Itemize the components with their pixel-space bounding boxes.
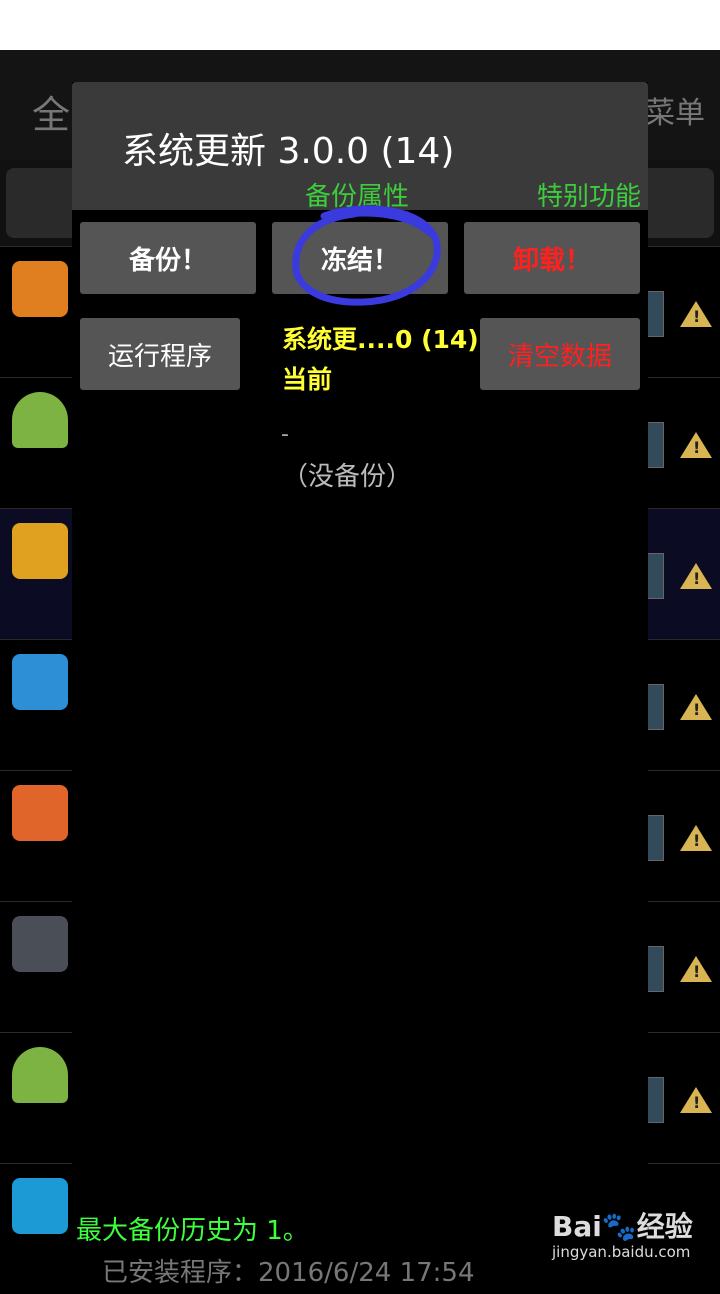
phone-thumb-icon	[646, 291, 664, 337]
android-icon	[12, 392, 68, 448]
app-version-info: 系统更....0 (14)	[282, 325, 479, 354]
baidu-watermark: Bai🐾经验 jingyan.baidu.com	[552, 1205, 693, 1261]
home-icon	[12, 785, 68, 841]
backup-date-dash: -	[281, 422, 289, 447]
app-detail-dialog: 系统更新 3.0.0 (14) 备份属性 特别功能 备份！ 冻结！ 卸载！ 运行…	[72, 82, 648, 1280]
chat-bubble-icon	[12, 261, 68, 317]
backup-button[interactable]: 备份！	[80, 222, 256, 294]
menu-button[interactable]: 菜单	[645, 88, 705, 132]
phone-thumb-icon	[646, 946, 664, 992]
dialog-title: 系统更新 3.0.0 (14)	[122, 131, 455, 172]
drop-icon	[12, 1178, 68, 1234]
installed-date-text: 已安装程序：2016/6/24 17:54	[102, 1258, 475, 1288]
watermark-logo: Bai🐾经验	[552, 1210, 693, 1243]
max-backup-history-text: 最大备份历史为 1。	[76, 1216, 309, 1246]
special-functions-label[interactable]: 特别功能	[537, 176, 641, 213]
status-bar	[0, 0, 720, 50]
header-title: 全	[32, 93, 71, 137]
phone-thumb-icon	[646, 1077, 664, 1123]
phone-thumb-icon	[646, 553, 664, 599]
warning-icon	[680, 301, 712, 327]
warning-icon	[680, 1087, 712, 1113]
phone-thumb-icon	[646, 815, 664, 861]
mi-icon	[12, 523, 68, 579]
scissors-icon	[12, 916, 68, 972]
arrow-up-icon	[12, 654, 68, 710]
warning-icon	[680, 825, 712, 851]
app-state-info: 当前	[282, 365, 333, 394]
uninstall-button[interactable]: 卸载！	[464, 222, 640, 294]
warning-icon	[680, 956, 712, 982]
freeze-circle-annotation	[292, 205, 441, 306]
android-icon	[12, 1047, 68, 1103]
warning-icon	[680, 432, 712, 458]
watermark-site: jingyan.baidu.com	[552, 1243, 691, 1261]
phone-thumb-icon	[646, 684, 664, 730]
clear-data-button[interactable]: 清空数据	[480, 318, 640, 390]
run-app-button[interactable]: 运行程序	[80, 318, 240, 390]
no-backup-text: （没备份）	[282, 462, 413, 492]
warning-icon	[680, 694, 712, 720]
warning-icon	[680, 563, 712, 589]
phone-thumb-icon	[646, 422, 664, 468]
